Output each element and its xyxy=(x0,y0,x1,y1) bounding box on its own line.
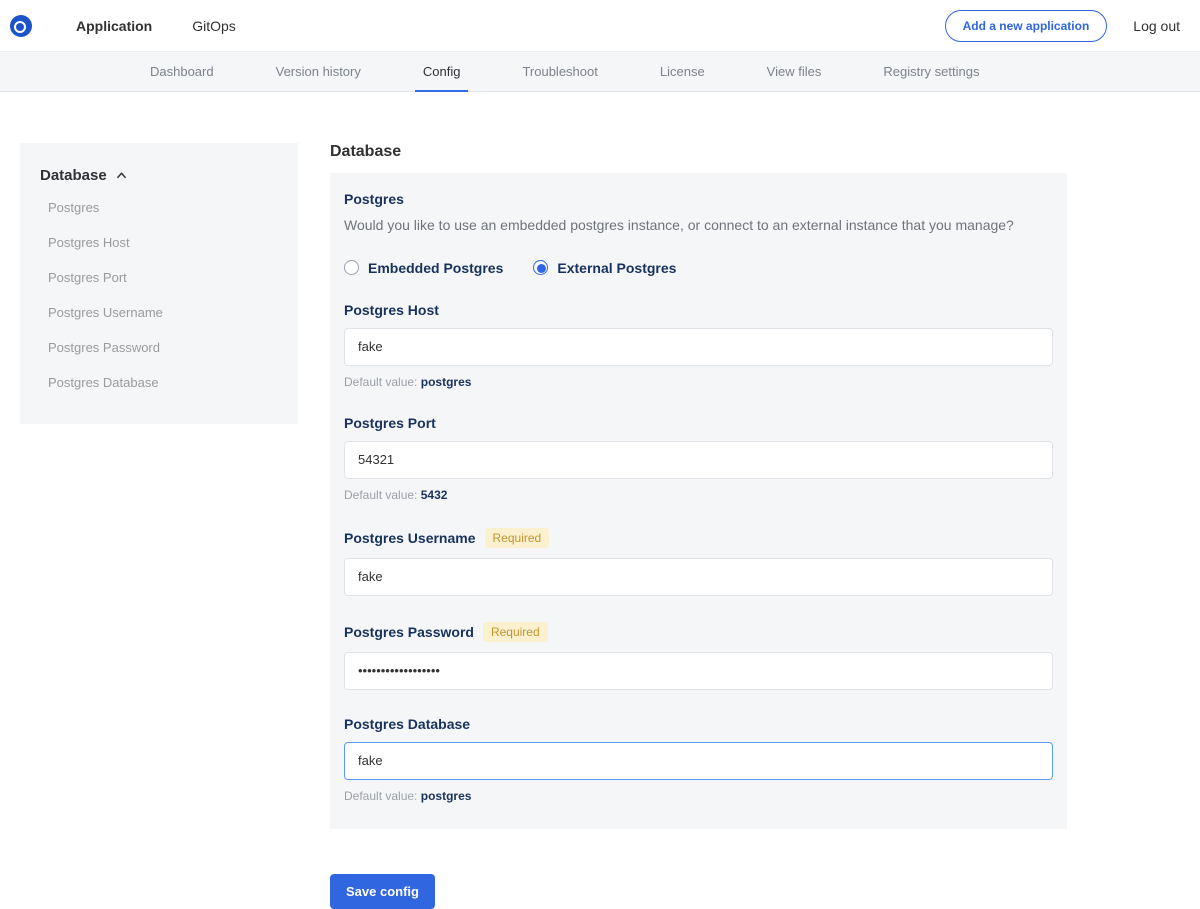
replicated-logo-icon xyxy=(10,15,32,37)
sidebar-item-postgres[interactable]: Postgres xyxy=(48,190,298,225)
sidebar-group-database[interactable]: Database xyxy=(40,167,298,184)
save-config-button[interactable]: Save config xyxy=(330,874,435,909)
postgres-database-input[interactable] xyxy=(344,742,1053,780)
radio-embedded-postgres[interactable]: Embedded Postgres xyxy=(344,260,503,276)
field-postgres-database: Postgres Database Default value: postgre… xyxy=(344,716,1053,803)
main-area: Database Postgres Postgres Host Postgres… xyxy=(0,92,1200,909)
sidebar-item-list: Postgres Postgres Host Postgres Port Pos… xyxy=(20,190,298,400)
radio-external-label: External Postgres xyxy=(557,260,676,276)
field-postgres-username: Postgres Username Required xyxy=(344,528,1053,596)
subtab-dashboard[interactable]: Dashboard xyxy=(148,52,216,91)
subtab-registry-settings[interactable]: Registry settings xyxy=(881,52,981,91)
logout-link[interactable]: Log out xyxy=(1133,18,1180,34)
postgres-password-input[interactable] xyxy=(344,652,1053,690)
subtab-config[interactable]: Config xyxy=(421,52,463,91)
radio-selected-icon xyxy=(533,260,548,275)
subtab-troubleshoot[interactable]: Troubleshoot xyxy=(520,52,599,91)
subtab-version-history[interactable]: Version history xyxy=(274,52,363,91)
field-label: Postgres Password xyxy=(344,624,474,640)
radio-external-postgres[interactable]: External Postgres xyxy=(533,260,676,276)
postgres-username-input[interactable] xyxy=(344,558,1053,596)
postgres-mode-radio-group: Embedded Postgres External Postgres xyxy=(344,260,1053,276)
field-label: Postgres Username xyxy=(344,530,476,546)
postgres-port-input[interactable] xyxy=(344,441,1053,479)
page-title: Database xyxy=(330,143,1067,161)
field-label: Postgres Host xyxy=(344,302,439,318)
add-application-button[interactable]: Add a new application xyxy=(945,10,1108,42)
chevron-up-icon xyxy=(116,170,127,181)
config-sidebar: Database Postgres Postgres Host Postgres… xyxy=(20,143,298,424)
required-badge: Required xyxy=(483,622,548,642)
tab-gitops[interactable]: GitOps xyxy=(190,14,238,38)
subtab-view-files[interactable]: View files xyxy=(765,52,824,91)
sidebar-item-postgres-host[interactable]: Postgres Host xyxy=(48,225,298,260)
tab-application[interactable]: Application xyxy=(74,14,154,38)
field-postgres-password: Postgres Password Required xyxy=(344,622,1053,690)
sidebar-group-label: Database xyxy=(40,167,107,184)
default-value-line: Default value: 5432 xyxy=(344,488,1053,502)
config-content: Database Postgres Would you like to use … xyxy=(330,143,1067,909)
sidebar-item-postgres-password[interactable]: Postgres Password xyxy=(48,330,298,365)
default-value-line: Default value: postgres xyxy=(344,789,1053,803)
sidebar-item-postgres-port[interactable]: Postgres Port xyxy=(48,260,298,295)
field-label: Postgres Database xyxy=(344,716,470,732)
sidebar-item-postgres-username[interactable]: Postgres Username xyxy=(48,295,298,330)
group-label-postgres: Postgres xyxy=(344,191,1053,207)
default-value-line: Default value: postgres xyxy=(344,375,1053,389)
radio-embedded-label: Embedded Postgres xyxy=(368,260,503,276)
config-group-box: Postgres Would you like to use an embedd… xyxy=(330,173,1067,829)
postgres-host-input[interactable] xyxy=(344,328,1053,366)
radio-unselected-icon xyxy=(344,260,359,275)
required-badge: Required xyxy=(485,528,550,548)
app-level-tabs: Application GitOps xyxy=(74,14,238,38)
field-postgres-host: Postgres Host Default value: postgres xyxy=(344,302,1053,389)
field-label: Postgres Port xyxy=(344,415,436,431)
default-value-text: postgres xyxy=(421,375,472,389)
sidebar-item-postgres-database[interactable]: Postgres Database xyxy=(48,365,298,400)
subtab-license[interactable]: License xyxy=(658,52,707,91)
group-help-text: Would you like to use an embedded postgr… xyxy=(344,216,1053,236)
field-postgres-port: Postgres Port Default value: 5432 xyxy=(344,415,1053,502)
default-value-text: 5432 xyxy=(421,488,448,502)
top-bar: Application GitOps Add a new application… xyxy=(0,0,1200,52)
console-subnav: Dashboard Version history Config Trouble… xyxy=(0,52,1200,92)
default-value-text: postgres xyxy=(421,789,472,803)
